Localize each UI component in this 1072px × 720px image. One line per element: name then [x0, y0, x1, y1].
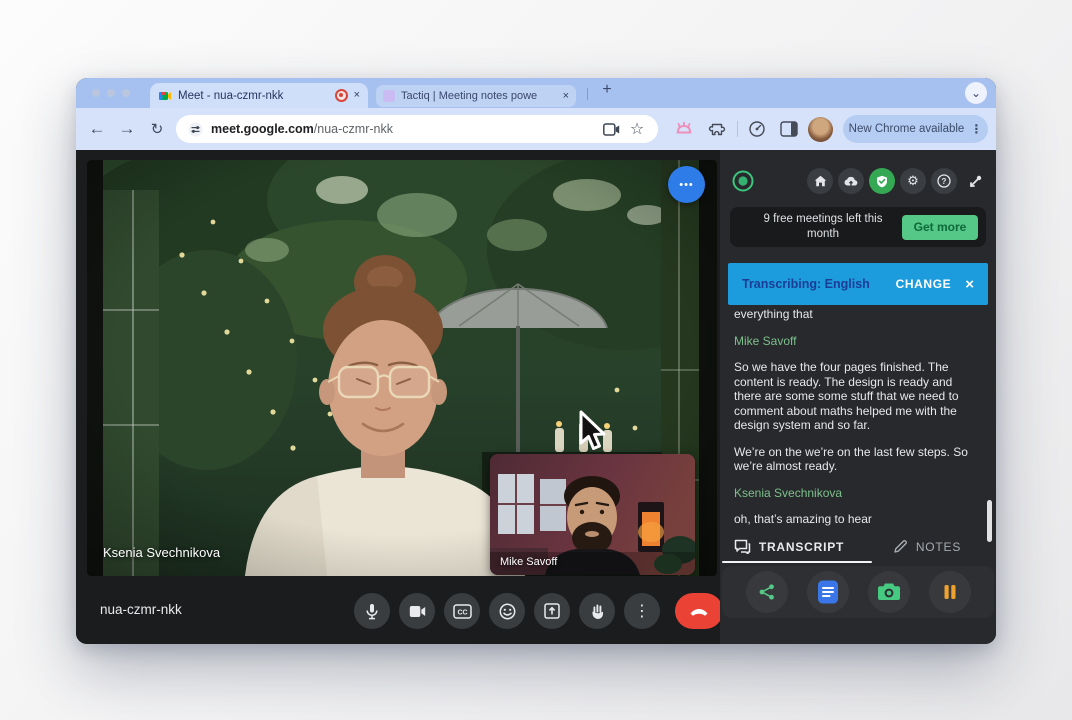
tab-tactiq[interactable]: Tactiq | Meeting notes powe × [376, 85, 576, 107]
site-settings-icon[interactable] [188, 122, 203, 137]
help-icon[interactable]: ? [931, 168, 957, 194]
url-path: /nua-czmr-nkk [314, 122, 393, 136]
raise-hand-button[interactable] [579, 593, 615, 629]
tab-search-icon[interactable]: ⌄ [965, 82, 987, 104]
captions-button[interactable]: CC [444, 593, 480, 629]
present-button[interactable] [534, 593, 570, 629]
desktop: { "icons": { "back": "←", "forward": "→"… [0, 0, 1072, 720]
side-panel-icon[interactable] [780, 121, 798, 137]
privacy-shield-icon[interactable] [869, 168, 895, 194]
tab-label: NOTES [916, 540, 961, 554]
share-button[interactable] [746, 571, 788, 613]
tactiq-favicon [383, 90, 395, 102]
transcript-text: everything that [734, 307, 980, 322]
performance-icon[interactable] [748, 120, 766, 138]
window-controls[interactable] [92, 89, 130, 97]
pencil-icon [893, 539, 908, 554]
quota-text: 9 free meetings left this month [744, 212, 902, 242]
profile-avatar[interactable] [808, 117, 833, 142]
forward-icon[interactable]: → [112, 119, 142, 139]
get-more-button[interactable]: Get more [902, 215, 978, 240]
browser-toolbar: ← → ↻ meet.google.com/nua-czmr-nkk ☆ [76, 108, 996, 150]
upload-cloud-icon[interactable] [838, 168, 864, 194]
close-tab-icon[interactable]: × [354, 90, 360, 101]
recording-indicator-icon [335, 89, 348, 102]
tactiq-action-bar [722, 566, 994, 618]
close-tab-icon[interactable]: × [563, 91, 569, 102]
transcribing-label: Transcribing: English [742, 277, 882, 291]
more-options-button[interactable]: ⋮ [624, 593, 660, 629]
hang-up-button[interactable] [675, 593, 723, 629]
reload-icon[interactable]: ↻ [142, 120, 172, 138]
tab-label: TRANSCRIPT [759, 540, 844, 554]
meeting-code: nua-czmr-nkk [100, 602, 182, 617]
tab-strip: Meet - nua-czmr-nkk × Tactiq | Meeting n… [76, 78, 996, 108]
svg-text:?: ? [942, 177, 947, 186]
camera-button[interactable] [399, 593, 435, 629]
extensions-puzzle-icon[interactable] [708, 120, 727, 139]
meet-favicon [158, 89, 172, 103]
quota-card: 9 free meetings left this month Get more [730, 207, 986, 247]
main-participant-name: Ksenia Svechnikova [103, 545, 220, 560]
svg-text:CC: CC [457, 609, 467, 616]
transcript-speaker: Mike Savoff [734, 334, 980, 349]
home-icon[interactable] [807, 168, 833, 194]
pin-panel-icon[interactable] [962, 168, 988, 194]
mic-button[interactable] [354, 593, 390, 629]
pip-participant-name: Mike Savoff [500, 556, 557, 568]
settings-gear-icon[interactable]: ⚙ [900, 168, 926, 194]
tactiq-extension-icon[interactable] [674, 119, 694, 139]
update-label: New Chrome available [849, 123, 965, 135]
tab-notes[interactable]: NOTES [858, 533, 996, 560]
screenshot-camera-button[interactable] [868, 571, 910, 613]
pip-video-tile[interactable]: Mike Savoff [490, 454, 695, 575]
transcript-text: So we have the four pages finished. The … [734, 360, 980, 433]
tactiq-logo-icon [732, 170, 754, 192]
transcribing-banner: Transcribing: English CHANGE × [728, 263, 988, 305]
divider [587, 88, 588, 100]
pause-recording-button[interactable] [929, 571, 971, 613]
emoji-button[interactable] [489, 593, 525, 629]
transcript-text: oh, that’s amazing to hear [734, 512, 980, 527]
transcript-list[interactable]: everything that Mike Savoff So we have t… [734, 307, 980, 530]
tab-transcript[interactable]: TRANSCRIPT [720, 533, 858, 560]
tactiq-panel: ⚙ ? 9 free meetings left this month Get … [720, 150, 996, 644]
transcript-text: We’re on the we’re on the last few steps… [734, 445, 980, 474]
tab-title: Meet - nua-czmr-nkk [178, 90, 329, 102]
close-banner-icon[interactable]: × [965, 276, 974, 293]
tactiq-header: ⚙ ? [732, 164, 988, 198]
chat-icon [734, 539, 751, 554]
meet-controls: CC ⋮ [354, 593, 723, 629]
change-language-button[interactable]: CHANGE [896, 277, 952, 291]
main-video-tile[interactable]: ••• [87, 160, 717, 576]
more-vertical-icon[interactable]: ⋮ [970, 122, 982, 136]
tab-title: Tactiq | Meeting notes powe [401, 90, 557, 102]
google-docs-button[interactable] [807, 571, 849, 613]
tab-meet[interactable]: Meet - nua-czmr-nkk × [150, 83, 368, 108]
meet-content: ••• [76, 150, 996, 644]
chat-bubble-overlay[interactable]: ••• [668, 166, 705, 203]
address-bar[interactable]: meet.google.com/nua-czmr-nkk ☆ [176, 115, 658, 143]
new-tab-button[interactable]: + [596, 81, 618, 99]
panel-tabs: TRANSCRIPT NOTES [720, 533, 996, 560]
tab-capture-icon[interactable] [603, 123, 620, 136]
bookmark-star-icon[interactable]: ☆ [628, 119, 646, 139]
active-tab-underline [722, 561, 872, 563]
back-icon[interactable]: ← [82, 119, 112, 139]
chrome-update-button[interactable]: New Chrome available ⋮ [843, 115, 988, 143]
browser-window: Meet - nua-czmr-nkk × Tactiq | Meeting n… [76, 78, 996, 644]
url-host: meet.google.com [211, 122, 314, 136]
transcript-speaker: Ksenia Svechnikova [734, 486, 980, 501]
